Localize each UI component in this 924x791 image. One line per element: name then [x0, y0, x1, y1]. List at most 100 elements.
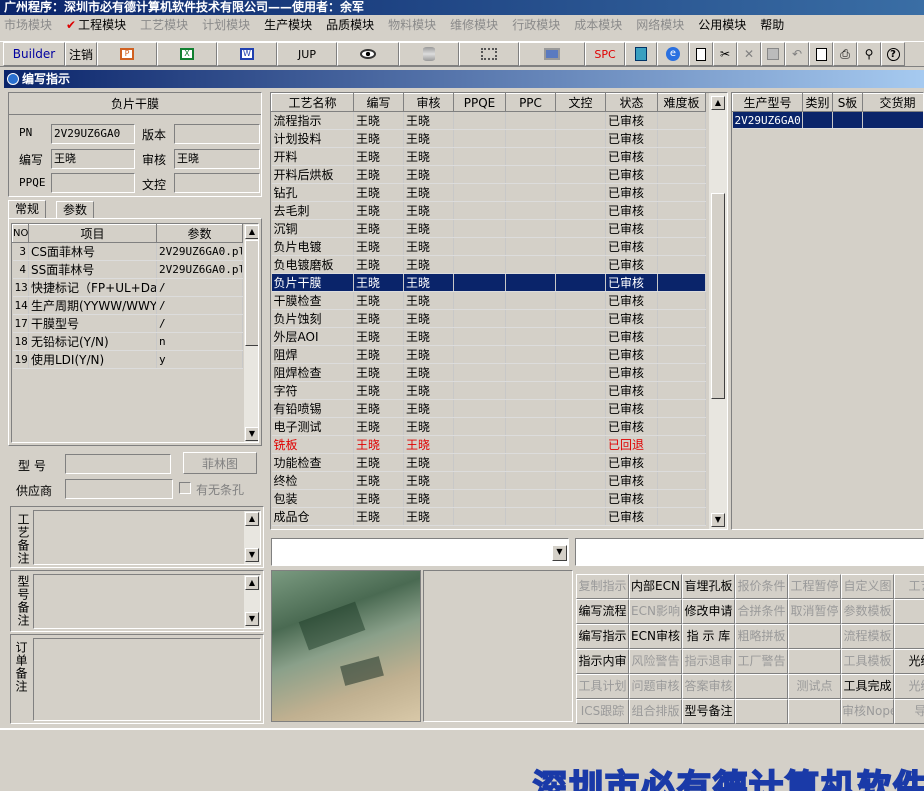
action-button-14[interactable]: 编写指示 [576, 624, 629, 649]
menu-item-0[interactable]: 市场模块 [4, 16, 52, 33]
network-button[interactable] [459, 42, 519, 66]
menu-item-12[interactable]: 帮助 [760, 16, 784, 33]
scroll-up-arrow-icon[interactable]: ▲ [245, 512, 259, 526]
param-row[interactable]: 17 干膜型号 / [12, 314, 243, 333]
process-row[interactable]: 有铅喷锡 王晓 王晓 已审核 [271, 399, 706, 418]
process-grid[interactable]: 工艺名称 编写 审核 PPQE PPC 文控 状态 难度板 流程指示 王晓 王晓 已审核 计划投料 王晓… [270, 92, 728, 530]
action-button-40[interactable]: 审核Nope [841, 699, 894, 724]
menu-item-7[interactable]: 维修模块 [450, 16, 498, 33]
logout-button[interactable]: 注销 [65, 42, 97, 66]
action-button-31[interactable] [735, 674, 788, 699]
action-button-29[interactable]: 问题审核 [629, 674, 682, 699]
cut-button[interactable]: ✂ [713, 42, 737, 66]
find-button[interactable]: ⚲ [857, 42, 881, 66]
model-note-text[interactable]: ▲ ▼ [33, 574, 261, 629]
param-row[interactable]: 14 生产周期(YYWW/WWYY) / [12, 296, 243, 315]
param-row[interactable]: 18 无铅标记(Y/N) n [12, 332, 243, 351]
database-button[interactable] [399, 42, 459, 66]
param-row[interactable]: 4 SS面菲林号 2V29UZ6GA0.plr [12, 260, 243, 279]
dropdown-arrow-icon[interactable]: ▼ [552, 545, 567, 561]
process-row[interactable]: 铣板 王晓 王晓 已回退 [271, 435, 706, 454]
process-row[interactable]: 包装 王晓 王晓 已审核 [271, 489, 706, 508]
action-button-11[interactable]: 取消暂停 [788, 599, 841, 624]
action-button-26[interactable]: 工具模板 [841, 649, 894, 674]
process-header-6[interactable]: 状态 [605, 93, 658, 112]
action-button-36[interactable]: 组合排版 [629, 699, 682, 724]
process-row[interactable]: 负片干膜 王晓 王晓 已审核 [271, 273, 706, 292]
process-row[interactable]: 成品仓 王晓 王晓 已审核 [271, 507, 706, 526]
param-row[interactable]: 13快捷标记（FP+UL+DateC/ [12, 278, 243, 297]
preview-button[interactable] [809, 42, 833, 66]
powerpoint-button[interactable]: P [97, 42, 157, 66]
ppqe-field[interactable] [51, 173, 135, 193]
action-button-18[interactable] [788, 624, 841, 649]
menu-item-1[interactable]: ✔ 工程模块 [66, 16, 126, 33]
process-scrollbar[interactable]: ▲ ▼ [709, 93, 727, 529]
process-row[interactable]: 功能检查 王晓 王晓 已审核 [271, 453, 706, 472]
spc-button[interactable]: SPC [585, 42, 625, 66]
model-field[interactable] [65, 454, 171, 474]
param-header-value[interactable]: 参数 [156, 224, 243, 243]
action-button-2[interactable]: 盲埋孔板 [682, 574, 735, 599]
params-list[interactable]: NO 项目 参数 3 CS面菲林号 2V29UZ6GA0.plr 4 SS面菲林号 2V2… [11, 223, 259, 443]
process-row[interactable]: 流程指示 王晓 王晓 已审核 [271, 111, 706, 130]
action-button-3[interactable]: 报价条件 [735, 574, 788, 599]
action-button-41[interactable]: 导 [894, 699, 924, 724]
scroll-thumb[interactable] [245, 240, 258, 346]
action-button-33[interactable]: 工具完成 [841, 674, 894, 699]
craft-note-scrollbar[interactable]: ▲ ▼ [244, 511, 260, 564]
action-button-7[interactable]: 编写流程 [576, 599, 629, 624]
action-button-30[interactable]: 答案审核 [682, 674, 735, 699]
action-button-17[interactable]: 粗略拼板 [735, 624, 788, 649]
jup-button[interactable]: JUP [277, 42, 337, 66]
process-row[interactable]: 钻孔 王晓 王晓 已审核 [271, 183, 706, 202]
scroll-thumb[interactable] [711, 193, 725, 399]
builder-button[interactable]: Builder [3, 42, 65, 66]
params-scrollbar[interactable]: ▲ ▼ [244, 224, 258, 442]
reviewer-field[interactable]: 王晓 [174, 149, 260, 169]
action-button-32[interactable]: 测试点 [788, 674, 841, 699]
print-button[interactable]: ⎙ [833, 42, 857, 66]
action-button-4[interactable]: 工程暂停 [788, 574, 841, 599]
craft-note-text[interactable]: ▲ ▼ [33, 510, 261, 565]
scroll-down-arrow-icon[interactable]: ▼ [711, 513, 725, 527]
help-button[interactable]: ? [881, 42, 905, 66]
action-button-19[interactable]: 流程模板 [841, 624, 894, 649]
detail-combo[interactable] [575, 538, 924, 566]
action-button-37[interactable]: 型号备注 [682, 699, 735, 724]
process-row[interactable]: 负片电镀 王晓 王晓 已审核 [271, 237, 706, 256]
scroll-down-arrow-icon[interactable]: ▼ [245, 427, 258, 441]
scroll-up-arrow-icon[interactable]: ▲ [245, 576, 259, 590]
process-header-4[interactable]: PPC [505, 93, 556, 112]
action-button-16[interactable]: 指 示 库 [682, 624, 735, 649]
calculator-button[interactable] [625, 42, 657, 66]
model-note-scrollbar[interactable]: ▲ ▼ [244, 575, 260, 628]
process-row[interactable]: 计划投料 王晓 王晓 已审核 [271, 129, 706, 148]
production-row[interactable]: 2V29UZ6GA0 [732, 111, 923, 129]
film-button[interactable]: 菲林图 [183, 452, 257, 474]
action-button-34[interactable]: 光绘 [894, 674, 924, 699]
menu-item-4[interactable]: 生产模块 [264, 16, 312, 33]
computer-button[interactable] [519, 42, 585, 66]
menu-item-11[interactable]: 公用模块 [698, 16, 746, 33]
process-row[interactable]: 沉铜 王晓 王晓 已审核 [271, 219, 706, 238]
menu-item-9[interactable]: 成本模块 [574, 16, 622, 33]
doc-field[interactable] [174, 173, 260, 193]
action-button-20[interactable] [894, 624, 924, 649]
process-row[interactable]: 外层AOI 王晓 王晓 已审核 [271, 327, 706, 346]
process-header-1[interactable]: 编写 [353, 93, 404, 112]
process-header-2[interactable]: 审核 [403, 93, 454, 112]
tab-params[interactable]: 参数 [56, 201, 95, 219]
process-row[interactable]: 负电镀磨板 王晓 王晓 已审核 [271, 255, 706, 274]
action-button-24[interactable]: 工厂警告 [735, 649, 788, 674]
param-row[interactable]: 19 使用LDI(Y/N) y [12, 350, 243, 369]
action-button-35[interactable]: ICS跟踪 [576, 699, 629, 724]
action-button-5[interactable]: 自定义图 [841, 574, 894, 599]
process-combo[interactable]: ▼ [271, 538, 569, 566]
process-row[interactable]: 电子测试 王晓 王晓 已审核 [271, 417, 706, 436]
process-row[interactable]: 开料 王晓 王晓 已审核 [271, 147, 706, 166]
process-row[interactable]: 开料后烘板 王晓 王晓 已审核 [271, 165, 706, 184]
delete-button[interactable]: ✕ [737, 42, 761, 66]
action-button-1[interactable]: 内部ECN [629, 574, 682, 599]
process-header-0[interactable]: 工艺名称 [271, 93, 354, 112]
